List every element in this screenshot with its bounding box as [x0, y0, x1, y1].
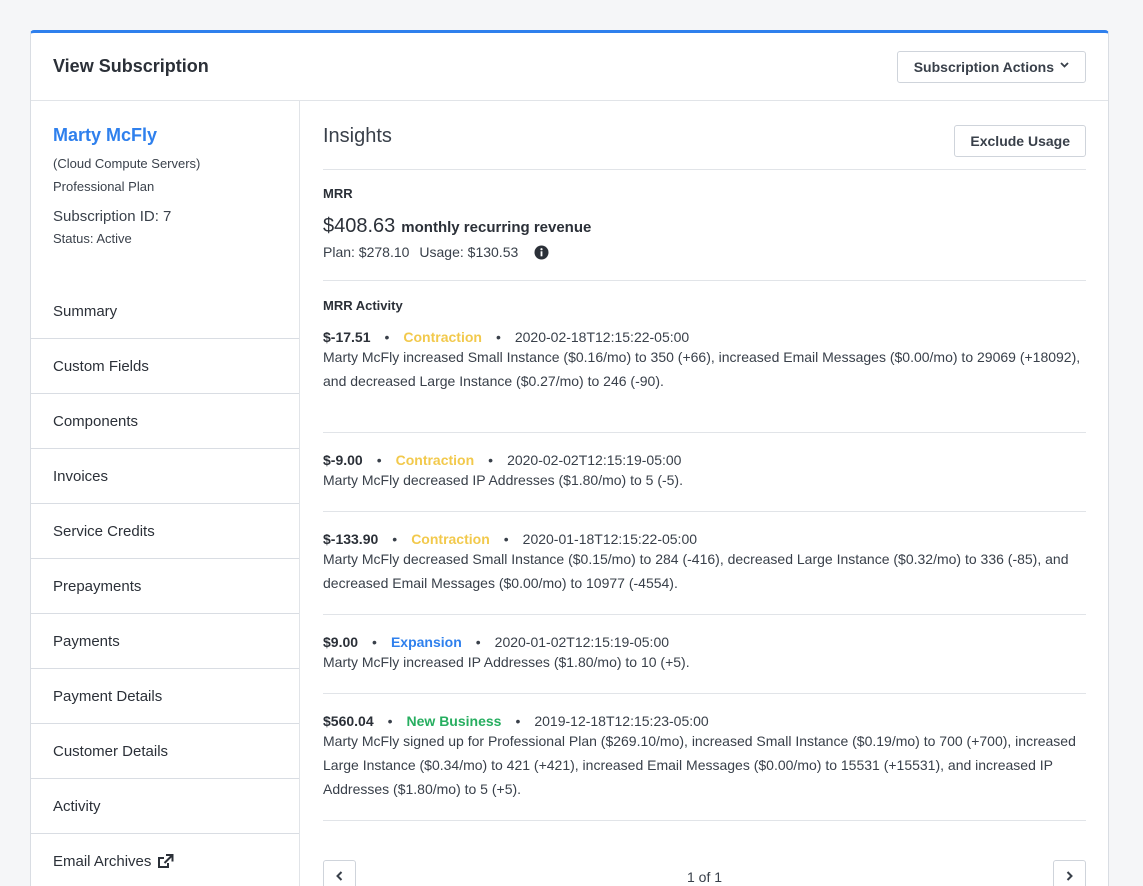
activity-timestamp: 2020-02-18T12:15:22-05:00 [514, 329, 690, 345]
subscription-actions-button[interactable]: Subscription Actions [896, 50, 1086, 83]
sidebar-item-payment-details[interactable]: Payment Details [31, 669, 299, 724]
sidebar: Marty McFly (Cloud Compute Servers) Prof… [31, 101, 300, 886]
activity-amount: $560.04 [323, 713, 374, 729]
activity-item-header: $9.00 • Expansion • 2020-01-02T12:15:19-… [323, 634, 1086, 650]
sidebar-item-activity[interactable]: Activity [31, 779, 299, 834]
activity-timestamp: 2020-02-02T12:15:19-05:00 [507, 452, 682, 468]
next-page-button[interactable] [1053, 860, 1086, 886]
sidebar-item-payments[interactable]: Payments [31, 614, 299, 669]
subscription-card: View Subscription Subscription Actions M… [30, 30, 1109, 886]
sidebar-item-custom-fields[interactable]: Custom Fields [31, 339, 299, 394]
activity-type-badge: Expansion [390, 634, 462, 650]
mrr-activity-label: MRR Activity [323, 298, 403, 313]
usage-amount: Usage: $130.53 [419, 244, 519, 260]
activity-description: Marty McFly decreased IP Addresses ($1.8… [323, 472, 683, 488]
activity-item-header: $-133.90 • Contraction • 2020-01-18T12:1… [323, 531, 1086, 547]
sidebar-item-label: Custom Fields [53, 357, 149, 375]
activity-description: Marty McFly increased IP Addresses ($1.8… [323, 654, 690, 670]
sidebar-item-label: Email Archives [53, 853, 152, 870]
activity-amount: $-9.00 [323, 452, 363, 468]
previous-page-button[interactable] [323, 860, 356, 886]
sidebar-item-label: Summary [53, 302, 118, 320]
info-icon[interactable] [534, 245, 549, 260]
activity-item: $9.00 • Expansion • 2020-01-02T12:15:19-… [323, 615, 1086, 694]
subscription-status: Status: Active [53, 231, 132, 246]
separator-dot: • [384, 329, 390, 345]
activity-description: Marty McFly decreased Small Instance ($0… [323, 551, 1069, 591]
chevron-down-icon [1060, 60, 1069, 71]
separator-dot: • [515, 713, 521, 729]
separator-dot: • [372, 634, 377, 650]
sidebar-item-invoices[interactable]: Invoices [31, 449, 299, 504]
sidebar-item-label: Invoices [53, 467, 109, 485]
subscription-actions-label: Subscription Actions [913, 58, 1054, 75]
sidebar-item-label: Payment Details [53, 687, 163, 705]
separator-dot: • [392, 531, 398, 547]
mrr-breakdown: Plan: $278.10 Usage: $130.53 [323, 244, 1086, 260]
activity-amount: $9.00 [323, 634, 359, 650]
mrr-summary: $408.63 monthly recurring revenue [323, 215, 1086, 238]
activity-item: $-9.00 • Contraction • 2020-02-02T12:15:… [323, 433, 1086, 512]
customer-organization: (Cloud Compute Servers) [53, 156, 201, 171]
sidebar-item-label: Service Credits [53, 522, 155, 540]
separator-dot: • [475, 634, 481, 650]
separator-dot: • [376, 452, 382, 468]
sidebar-item-summary[interactable]: Summary [31, 284, 299, 339]
activity-item-header: $-9.00 • Contraction • 2020-02-02T12:15:… [323, 452, 1086, 468]
activity-type-badge: Contraction [403, 329, 482, 345]
activity-description: Marty McFly increased Small Instance ($0… [323, 349, 1081, 389]
insights-header: Insights Exclude Usage [323, 101, 1086, 170]
activity-timestamp: 2020-01-02T12:15:19-05:00 [494, 634, 670, 650]
activity-type-badge: New Business [406, 713, 502, 729]
separator-dot: • [488, 452, 494, 468]
pagination: 1 of 1 [323, 860, 1086, 886]
card-header: View Subscription Subscription Actions [31, 33, 1108, 101]
activity-item-header: $-17.51 • Contraction • 2020-02-18T12:15… [323, 329, 1086, 345]
sidebar-nav: Summary Custom Fields Components Invoice… [31, 284, 299, 886]
mrr-caption: monthly recurring revenue [401, 219, 592, 236]
activity-item-header: $560.04 • New Business • 2019-12-18T12:1… [323, 713, 1086, 729]
page-title: View Subscription [53, 56, 209, 76]
activity-item: $-133.90 • Contraction • 2020-01-18T12:1… [323, 512, 1086, 615]
insights-title: Insights [323, 125, 392, 147]
activity-type-badge: Contraction [395, 452, 475, 468]
activity-item: $560.04 • New Business • 2019-12-18T12:1… [323, 694, 1086, 821]
customer-name-link[interactable]: Marty McFly [53, 125, 277, 146]
mrr-activity-section: MRR Activity $-17.51 • Contraction • 202… [323, 281, 1086, 821]
mrr-label: MRR [323, 186, 353, 201]
sidebar-item-components[interactable]: Components [31, 394, 299, 449]
sidebar-item-email-archives[interactable]: Email Archives [31, 834, 299, 886]
sidebar-item-prepayments[interactable]: Prepayments [31, 559, 299, 614]
chevron-right-icon [1066, 868, 1073, 886]
insights-panel: Insights Exclude Usage MRR $408.63 month… [323, 101, 1086, 886]
activity-timestamp: 2019-12-18T12:15:23-05:00 [534, 713, 709, 729]
activity-type-badge: Contraction [411, 531, 490, 547]
sidebar-item-service-credits[interactable]: Service Credits [31, 504, 299, 559]
sidebar-item-label: Customer Details [53, 742, 169, 760]
sidebar-item-label: Payments [53, 632, 120, 650]
activity-item: $-17.51 • Contraction • 2020-02-18T12:15… [323, 329, 1086, 433]
separator-dot: • [503, 531, 509, 547]
activity-timestamp: 2020-01-18T12:15:22-05:00 [522, 531, 698, 547]
external-link-icon [157, 854, 174, 869]
activity-amount: $-133.90 [323, 531, 379, 547]
customer-profile: Marty McFly (Cloud Compute Servers) Prof… [31, 101, 299, 284]
subscription-id: Subscription ID: 7 [53, 208, 172, 225]
sidebar-item-label: Components [53, 412, 139, 430]
plan-amount: Plan: $278.10 [323, 244, 410, 260]
activity-amount: $-17.51 [323, 329, 371, 345]
sidebar-item-label: Activity [53, 797, 101, 815]
page-indicator: 1 of 1 [686, 869, 723, 885]
separator-dot: • [387, 713, 393, 729]
activity-description: Marty McFly signed up for Professional P… [323, 733, 1076, 797]
chevron-left-icon [336, 868, 343, 886]
customer-plan: Professional Plan [53, 179, 155, 194]
sidebar-item-label: Prepayments [53, 577, 142, 595]
mrr-amount: $408.63 [323, 215, 396, 237]
separator-dot: • [495, 329, 501, 345]
mrr-section: MRR $408.63 monthly recurring revenue Pl… [323, 170, 1086, 281]
sidebar-item-customer-details[interactable]: Customer Details [31, 724, 299, 779]
exclude-usage-button[interactable]: Exclude Usage [954, 125, 1086, 157]
